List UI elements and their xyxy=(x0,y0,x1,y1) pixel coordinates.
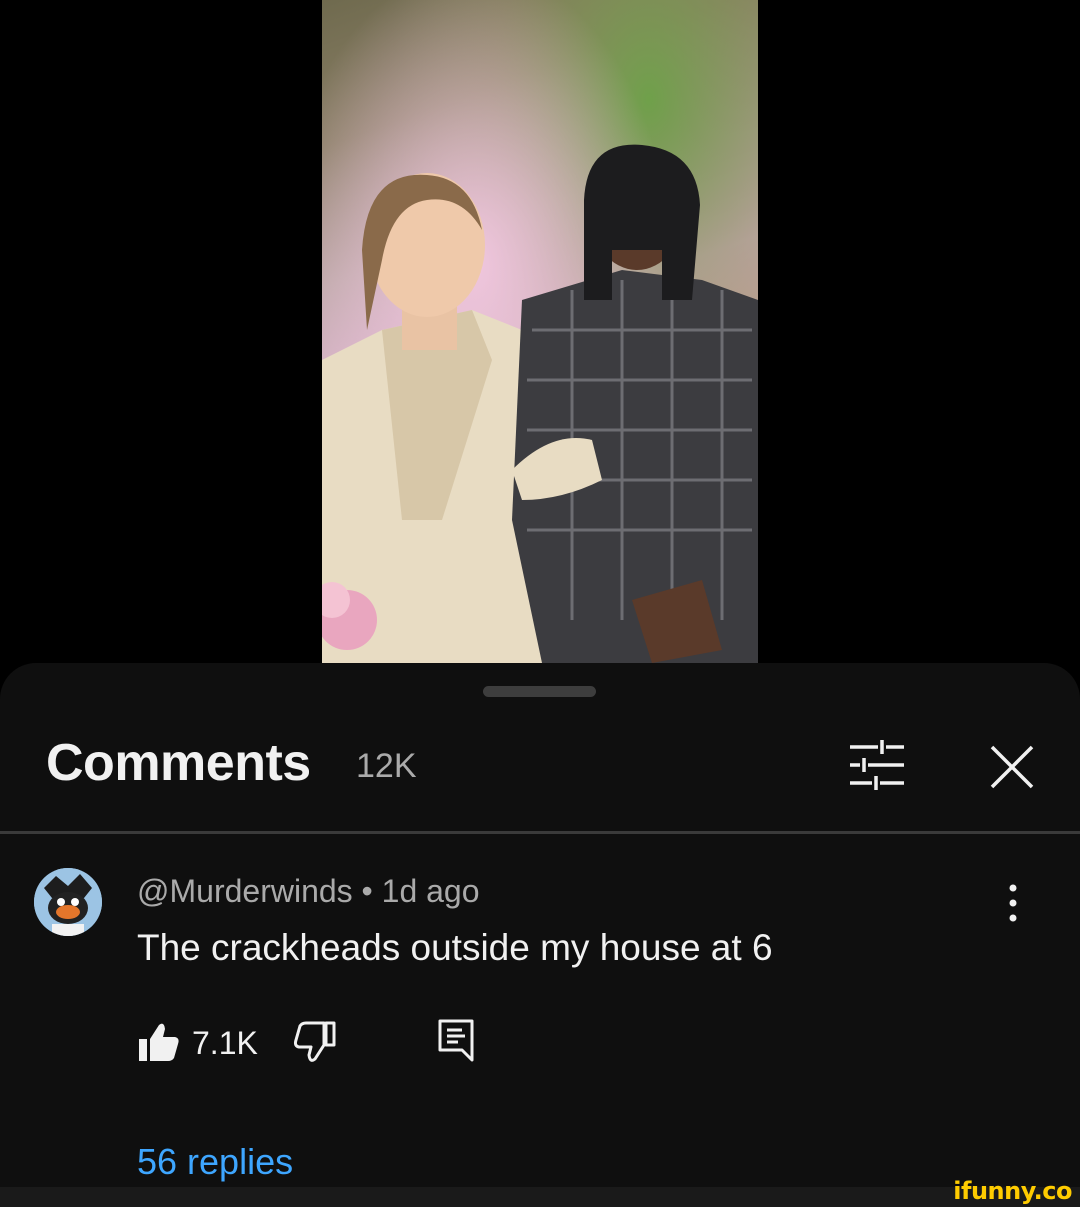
video-player[interactable] xyxy=(0,0,1080,663)
filter-sliders-icon[interactable] xyxy=(846,739,908,791)
comments-sheet: Comments 12K @Murderwinds • 1d ago The c… xyxy=(0,663,1080,1207)
close-icon[interactable] xyxy=(986,741,1038,793)
avatar-cartoon-icon xyxy=(34,868,102,936)
avatar[interactable] xyxy=(34,868,102,936)
like-count: 7.1K xyxy=(192,1025,258,1061)
thumbs-down-icon[interactable] xyxy=(293,1021,337,1063)
bottom-strip xyxy=(0,1187,1080,1207)
sheet-title: Comments xyxy=(46,734,311,792)
view-replies-link[interactable]: 56 replies xyxy=(137,1141,293,1183)
comment-author-meta: @Murderwinds • 1d ago xyxy=(137,873,480,909)
comment-text: The crackheads outside my house at 6 xyxy=(137,927,773,968)
screen: Comments 12K @Murderwinds • 1d ago The c… xyxy=(0,0,1080,1207)
reply-comment-icon[interactable] xyxy=(436,1018,476,1062)
video-still-image xyxy=(322,0,758,663)
comment-count: 12K xyxy=(356,747,417,785)
drag-handle[interactable] xyxy=(483,686,596,697)
watermark-logo: ifunny.co xyxy=(953,1177,1072,1205)
video-frame[interactable] xyxy=(322,0,758,663)
header-divider xyxy=(0,831,1080,834)
more-options-icon[interactable] xyxy=(996,883,1030,925)
thumbs-up-icon[interactable] xyxy=(137,1021,181,1063)
